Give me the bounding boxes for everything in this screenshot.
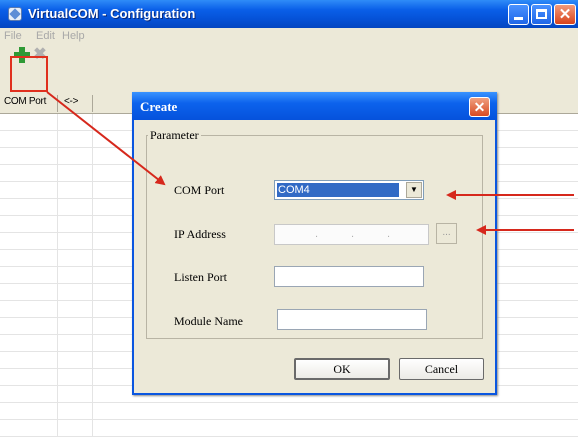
main-window: VirtualCOM - Configuration ✕ File Edit H…	[0, 0, 578, 437]
close-icon: ✕	[473, 99, 486, 115]
listen-port-label: Listen Port	[174, 270, 227, 284]
grid-line	[92, 114, 93, 437]
chevron-down-icon[interactable]: ▼	[406, 182, 422, 198]
dialog-title-bar[interactable]: Create ✕	[132, 92, 497, 120]
com-port-label: COM Port	[174, 183, 225, 197]
window-title: VirtualCOM - Configuration	[28, 6, 196, 21]
maximize-button[interactable]	[531, 4, 552, 25]
dialog-title: Create	[140, 99, 178, 114]
title-bar[interactable]: VirtualCOM - Configuration ✕	[0, 0, 578, 28]
toolbar: ✖	[0, 44, 578, 66]
ip-address-field[interactable]: . . .	[274, 224, 429, 245]
app-icon	[8, 7, 22, 21]
menu-bar: File Edit Help	[0, 28, 578, 44]
add-button-highlight	[10, 56, 48, 92]
com-port-value: COM4	[277, 183, 399, 197]
ip-address-label: IP Address	[174, 227, 226, 241]
ip-separator: .	[387, 228, 391, 240]
menu-help[interactable]: Help	[62, 30, 85, 42]
column-header-direction[interactable]: <->	[64, 96, 78, 107]
parameter-group-label: Parameter	[148, 128, 201, 143]
listen-port-input[interactable]	[274, 266, 424, 287]
ip-browse-button[interactable]: ...	[436, 223, 457, 244]
menu-file[interactable]: File	[4, 30, 22, 42]
close-button[interactable]: ✕	[554, 4, 576, 25]
column-divider[interactable]	[92, 95, 93, 112]
minimize-button[interactable]	[508, 4, 529, 25]
grid-line	[57, 114, 58, 437]
close-icon: ✕	[558, 6, 572, 23]
dialog-close-button[interactable]: ✕	[469, 97, 490, 117]
ip-separator: .	[315, 228, 319, 240]
minimize-icon	[514, 17, 523, 20]
ok-button[interactable]: OK	[294, 358, 390, 380]
menu-edit[interactable]: Edit	[36, 30, 55, 42]
ip-separator: .	[351, 228, 355, 240]
com-port-select[interactable]: COM4 ▼	[274, 180, 424, 200]
module-name-input[interactable]	[277, 309, 427, 330]
maximize-icon	[536, 9, 547, 19]
module-name-label: Module Name	[174, 314, 243, 328]
create-dialog: Create ✕ Parameter COM Port COM4 ▼ IP Ad…	[132, 92, 497, 395]
column-header-com-port[interactable]: COM Port	[4, 96, 46, 107]
column-divider[interactable]	[57, 95, 58, 112]
cancel-button[interactable]: Cancel	[399, 358, 484, 380]
